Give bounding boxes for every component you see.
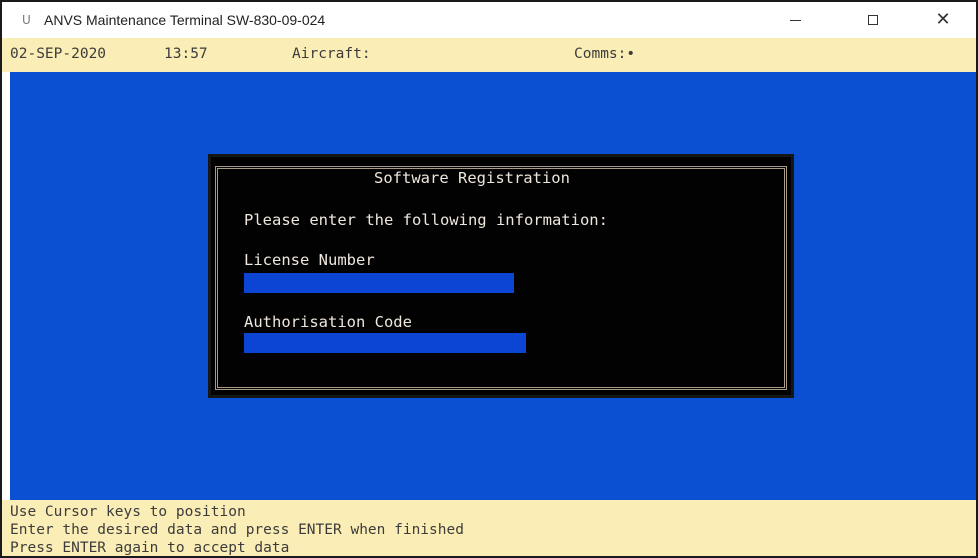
status-time: 13:57 [164,46,208,62]
help-area: Use Cursor keys to position Enter the de… [2,500,976,556]
status-bar: 02-SEP-2020 13:57 Aircraft: Comms:• [2,38,976,72]
app-icon: U [22,13,31,27]
dialog-prompt: Please enter the following information: [244,211,608,229]
help-line: Press ENTER again to accept data [10,540,290,556]
authorisation-code-label: Authorisation Code [244,313,412,331]
authorisation-code-field[interactable] [244,333,526,353]
app-window: U ANVS Maintenance Terminal SW-830-09-02… [0,0,978,558]
terminal-screen: Software Registration Please enter the f… [10,72,976,500]
status-aircraft: Aircraft: [292,46,371,62]
dialog-title: Software Registration [368,169,576,187]
help-line: Enter the desired data and press ENTER w… [10,522,464,538]
minimize-icon [789,19,801,21]
minimize-button[interactable] [772,2,818,38]
status-comms: Comms:• [574,46,636,62]
status-date: 02-SEP-2020 [10,46,107,62]
license-number-field[interactable] [244,273,514,293]
window-title: ANVS Maintenance Terminal SW-830-09-024 [44,12,326,28]
registration-dialog: Software Registration Please enter the f… [208,154,794,398]
help-line: Use Cursor keys to position [10,504,246,520]
maximize-button[interactable] [850,2,896,38]
close-button[interactable]: ✕ [920,2,966,38]
title-bar[interactable]: U ANVS Maintenance Terminal SW-830-09-02… [2,2,976,38]
close-icon: ✕ [935,9,951,30]
license-number-label: License Number [244,251,375,269]
maximize-icon [868,15,878,25]
dialog-frame: Software Registration Please enter the f… [215,166,787,390]
